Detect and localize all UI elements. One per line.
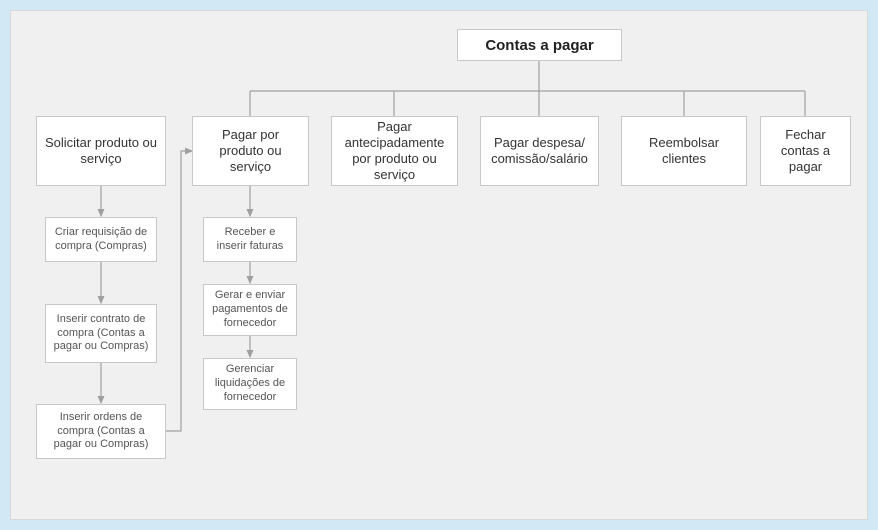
node-pagar-despesa: Pagar despesa/ comissão/salário [480, 116, 599, 186]
col1-step3-label: Inserir ordens de compra (Contas a pagar… [43, 411, 159, 452]
node-solicitar: Solicitar produto ou serviço [36, 116, 166, 186]
node-pagar-produto-label: Pagar por produto ou serviço [199, 127, 302, 176]
node-pagar-antecipado-label: Pagar antecipadamente por produto ou ser… [338, 119, 451, 184]
node-reembolsar-label: Reembolsar clientes [628, 135, 740, 168]
col2-step2-label: Gerar e enviar pagamentos de fornecedor [210, 289, 290, 330]
node-solicitar-label: Solicitar produto ou serviço [43, 135, 159, 168]
node-reembolsar: Reembolsar clientes [621, 116, 747, 186]
root-node: Contas a pagar [457, 29, 622, 61]
col1-step1: Criar requisição de compra (Compras) [45, 217, 157, 262]
node-fechar-label: Fechar contas a pagar [767, 127, 844, 176]
col1-step2: Inserir contrato de compra (Contas a pag… [45, 304, 157, 363]
col1-step1-label: Criar requisição de compra (Compras) [52, 226, 150, 254]
node-pagar-antecipado: Pagar antecipadamente por produto ou ser… [331, 116, 458, 186]
col1-step2-label: Inserir contrato de compra (Contas a pag… [52, 313, 150, 354]
col2-step3: Gerenciar liquidações de fornecedor [203, 358, 297, 410]
root-label: Contas a pagar [485, 37, 593, 54]
node-pagar-despesa-label: Pagar despesa/ comissão/salário [487, 135, 592, 168]
node-fechar: Fechar contas a pagar [760, 116, 851, 186]
diagram-canvas: Contas a pagar Solicitar produto ou serv… [10, 10, 868, 520]
col2-step1: Receber e inserir faturas [203, 217, 297, 262]
col2-step1-label: Receber e inserir faturas [210, 226, 290, 254]
col2-step3-label: Gerenciar liquidações de fornecedor [210, 363, 290, 404]
col2-step2: Gerar e enviar pagamentos de fornecedor [203, 284, 297, 336]
col1-step3: Inserir ordens de compra (Contas a pagar… [36, 404, 166, 459]
node-pagar-produto: Pagar por produto ou serviço [192, 116, 309, 186]
